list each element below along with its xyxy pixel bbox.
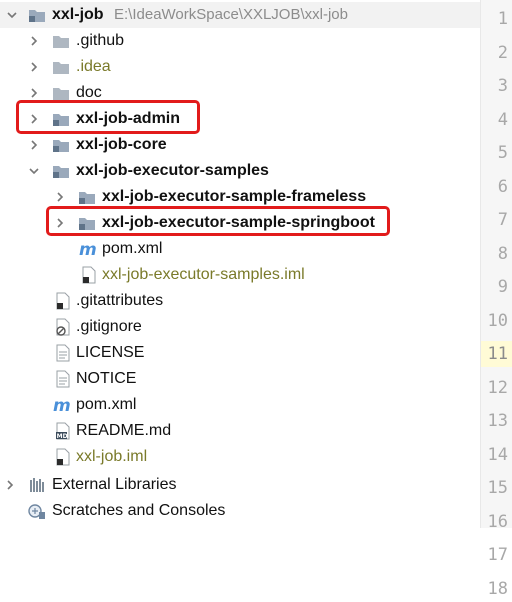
markdown-file-icon: MD <box>56 422 70 440</box>
chevron-right-icon[interactable] <box>28 61 40 73</box>
tree-item-samples-pom[interactable]: m pom.xml <box>0 236 480 262</box>
chevron-right-icon[interactable] <box>28 113 40 125</box>
line-number: 6 <box>497 176 508 197</box>
line-number: 12 <box>487 377 508 398</box>
text-file-icon <box>56 370 70 388</box>
maven-icon: m <box>79 240 96 258</box>
tree-item-label: .gitattributes <box>76 292 164 309</box>
folder-icon <box>53 36 69 48</box>
tree-item-label: pom.xml <box>76 396 137 413</box>
line-number: 9 <box>497 277 508 297</box>
line-number: 13 <box>487 411 508 431</box>
tree-item-license[interactable]: LICENSE <box>0 340 480 366</box>
folder-icon <box>53 62 69 74</box>
tree-item-readme[interactable]: MD README.md <box>0 418 480 444</box>
tree-item-scratches[interactable]: Scratches and Consoles <box>0 498 480 524</box>
tree-item-label: doc <box>76 84 102 101</box>
tree-item-doc[interactable]: doc <box>0 80 480 106</box>
tree-item-external-libraries[interactable]: External Libraries <box>0 472 480 498</box>
tree-item-xxl-job-executor-samples[interactable]: xxl-job-executor-samples <box>0 158 480 184</box>
text-file-icon <box>56 344 70 362</box>
line-number: 11 <box>481 341 512 367</box>
chevron-down-icon[interactable] <box>28 165 40 177</box>
chevron-right-icon[interactable] <box>4 479 16 491</box>
line-number: 3 <box>497 76 508 96</box>
line-number: 2 <box>497 42 508 63</box>
project-tree: xxl-job E:\IdeaWorkSpace\XXLJOB\xxl-job … <box>0 0 480 528</box>
root-project-path: E:\IdeaWorkSpace\XXLJOB\xxl-job <box>114 6 348 23</box>
line-number: 4 <box>497 109 508 130</box>
tree-item-samples-iml[interactable]: xxl-job-executor-samples.iml <box>0 262 480 288</box>
tree-item-label: NOTICE <box>76 370 137 387</box>
tree-root-xxl-job[interactable]: xxl-job E:\IdeaWorkSpace\XXLJOB\xxl-job <box>0 2 480 28</box>
line-number: 18 <box>487 578 508 599</box>
line-number: 14 <box>487 444 508 465</box>
tree-item-gitattributes[interactable]: .gitattributes <box>0 288 480 314</box>
root-project-name: xxl-job <box>52 6 104 23</box>
tree-item-root-iml[interactable]: xxl-job.iml <box>0 444 480 470</box>
module-folder-icon <box>79 192 95 204</box>
tree-item-label: .github <box>76 32 125 49</box>
module-folder-icon <box>79 218 95 230</box>
tree-item-label: xxl-job-executor-sample-frameless <box>102 188 367 205</box>
editor-gutter: 1 2 3 4 5 6 7 8 9 10 11 12 13 14 15 16 17 18 <box>480 0 512 599</box>
tree-item-idea[interactable]: .idea <box>0 54 480 80</box>
line-number: 16 <box>487 511 508 532</box>
ignore-file-icon <box>56 318 70 336</box>
chevron-right-icon[interactable] <box>28 139 40 151</box>
tree-item-github[interactable]: .github <box>0 28 480 54</box>
svg-text:MD: MD <box>57 433 68 440</box>
tree-item-label: LICENSE <box>76 344 145 361</box>
tree-item-label: External Libraries <box>52 476 177 493</box>
tree-item-label: xxl-job.iml <box>76 448 148 465</box>
module-folder-icon <box>53 114 69 126</box>
library-icon <box>30 478 44 492</box>
chevron-right-icon[interactable] <box>54 217 66 229</box>
tree-item-label: pom.xml <box>102 240 163 257</box>
line-number: 5 <box>497 143 508 163</box>
folder-icon <box>53 88 69 100</box>
chevron-down-icon[interactable] <box>6 9 18 21</box>
iml-file-icon <box>56 448 70 466</box>
tree-item-sample-frameless[interactable]: xxl-job-executor-sample-frameless <box>0 184 480 210</box>
tree-item-gitignore[interactable]: .gitignore <box>0 314 480 340</box>
tree-item-label: xxl-job-executor-sample-springboot <box>102 214 375 231</box>
tree-item-label: xxl-job-executor-samples <box>76 162 269 179</box>
tree-item-xxl-job-core[interactable]: xxl-job-core <box>0 132 480 158</box>
svg-text:m: m <box>79 240 96 258</box>
chevron-right-icon[interactable] <box>54 191 66 203</box>
iml-file-icon <box>82 266 96 284</box>
module-folder-icon <box>29 10 45 22</box>
tree-item-xxl-job-admin[interactable]: xxl-job-admin <box>0 106 480 132</box>
tree-item-label: Scratches and Consoles <box>52 502 226 519</box>
line-number: 8 <box>497 243 508 264</box>
line-number: 15 <box>487 478 508 498</box>
tree-item-label: .gitignore <box>76 318 142 335</box>
tree-item-sample-springboot[interactable]: xxl-job-executor-sample-springboot <box>0 210 480 236</box>
line-number: 1 <box>497 9 508 29</box>
line-number: 10 <box>487 310 508 331</box>
line-number: 7 <box>497 210 508 230</box>
file-icon <box>56 292 70 310</box>
scratches-icon <box>28 504 45 519</box>
line-number: 17 <box>487 545 508 565</box>
tree-item-label: xxl-job-core <box>76 136 167 153</box>
module-folder-icon <box>53 166 69 178</box>
svg-text:m: m <box>53 396 70 414</box>
chevron-right-icon[interactable] <box>28 35 40 47</box>
tree-item-label: xxl-job-admin <box>76 110 181 127</box>
tree-item-notice[interactable]: NOTICE <box>0 366 480 392</box>
tree-item-root-pom[interactable]: m pom.xml <box>0 392 480 418</box>
chevron-right-icon[interactable] <box>28 87 40 99</box>
maven-icon: m <box>53 396 70 414</box>
tree-item-label: README.md <box>76 422 172 439</box>
module-folder-icon <box>53 140 69 152</box>
tree-item-label: .idea <box>76 58 111 75</box>
tree-item-label: xxl-job-executor-samples.iml <box>102 266 305 283</box>
